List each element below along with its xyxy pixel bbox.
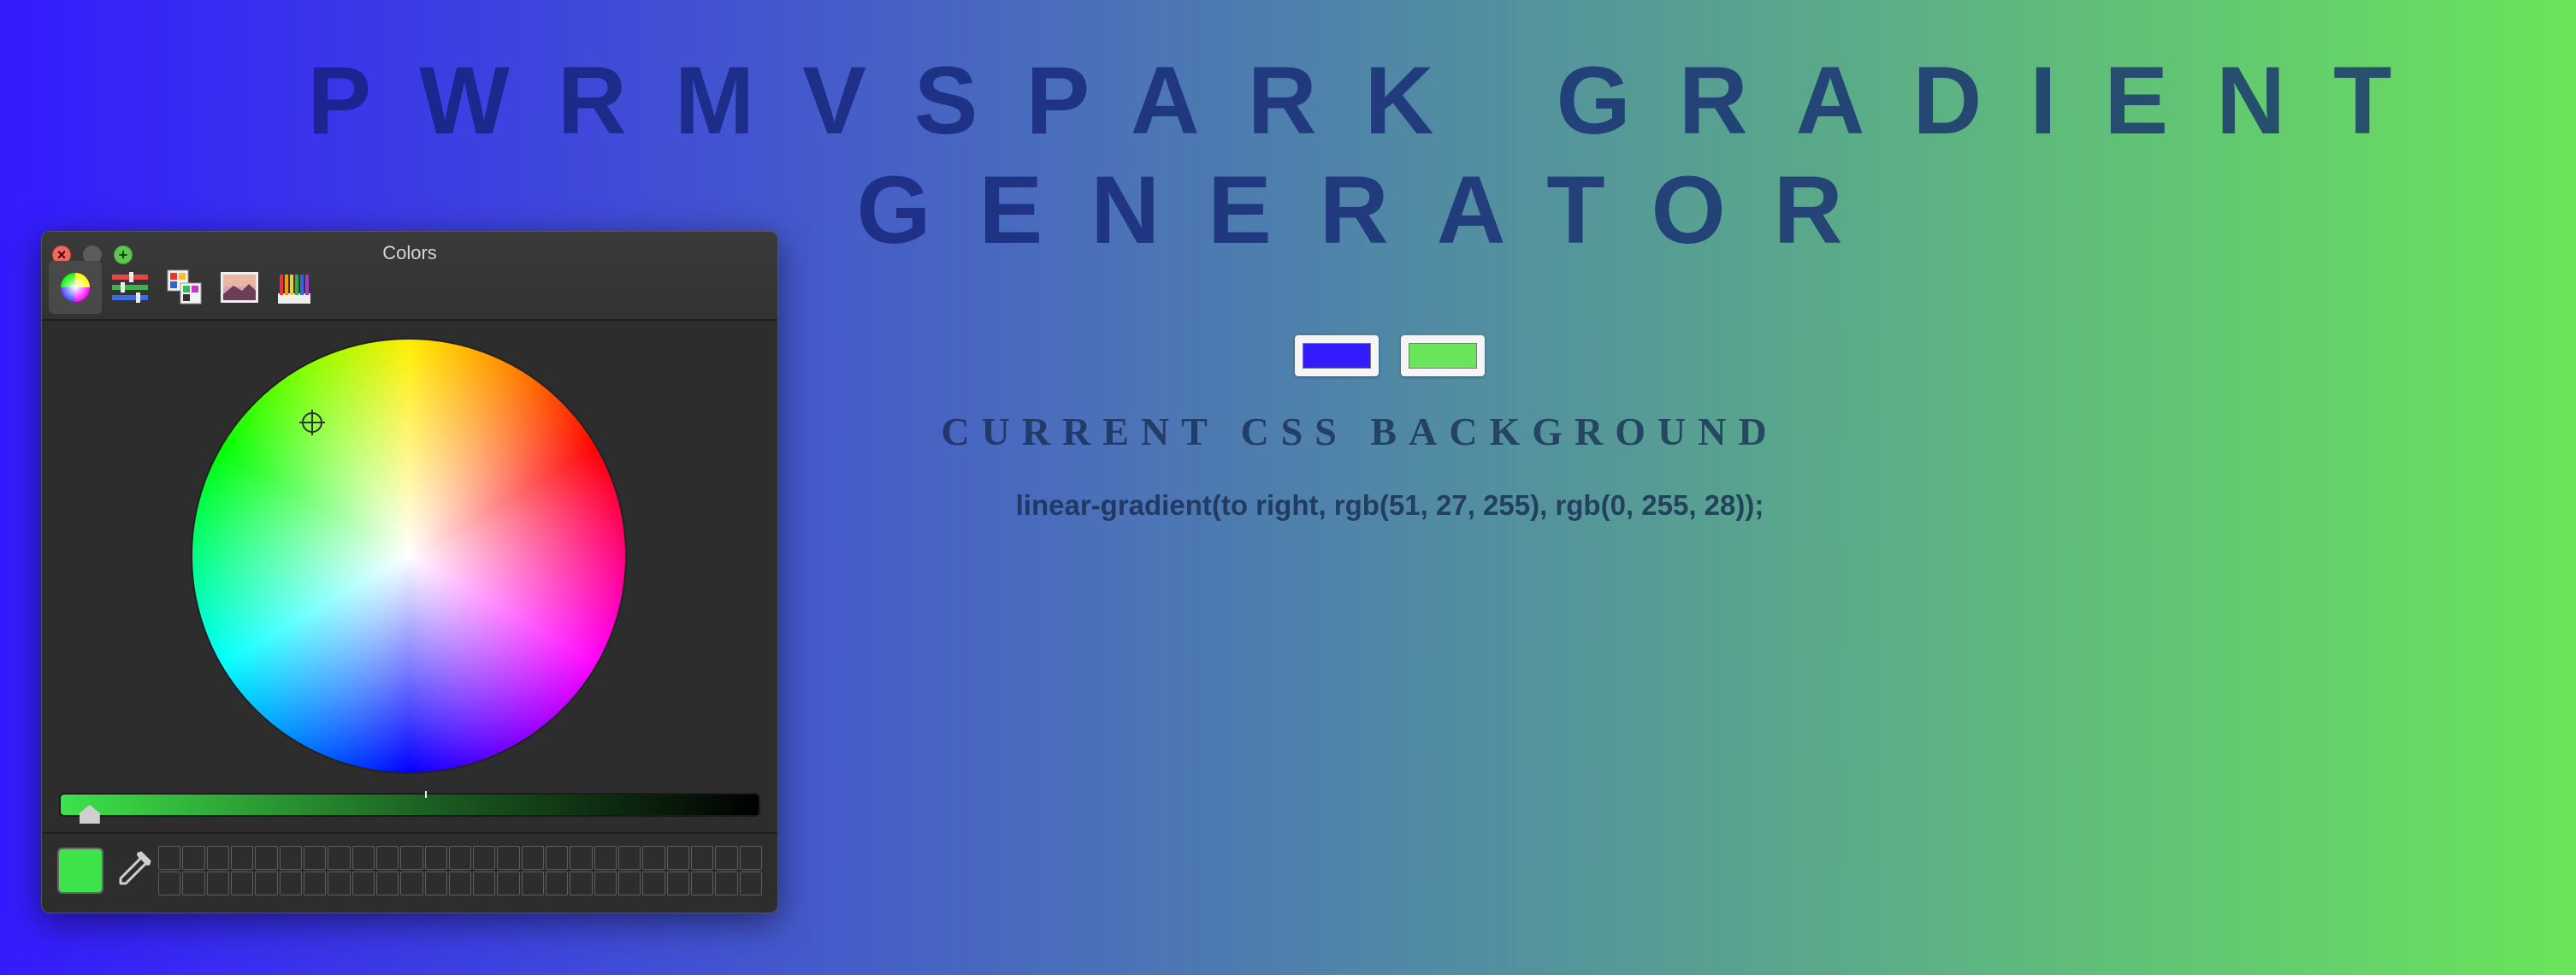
swatch-slot[interactable] [206,872,229,895]
eyedropper-icon [119,851,151,885]
swatch-slot[interactable] [521,872,545,895]
swatch-slot[interactable] [400,846,423,870]
swatch-slot[interactable] [158,846,181,870]
swatch-slot[interactable] [375,846,399,870]
swatch-slot[interactable] [424,872,447,895]
brightness-slider[interactable] [59,791,760,824]
color-wheel-icon [61,273,90,302]
pencils-icon [278,275,310,304]
tab-color-sliders[interactable] [103,261,157,314]
swatch-slot[interactable] [230,872,254,895]
swatch-slot[interactable] [206,846,229,870]
swatch-slot[interactable] [642,872,665,895]
swatch-slot[interactable] [352,846,375,870]
end-color-swatch [1409,343,1477,369]
swatch-slot[interactable] [570,872,593,895]
eyedropper-button[interactable] [114,848,155,889]
color-wheel[interactable] [189,336,629,776]
colors-panel: × + Colors [41,231,778,913]
swatch-slot[interactable] [328,846,351,870]
swatch-slot[interactable] [546,872,569,895]
swatch-slot[interactable] [448,846,472,870]
start-color-swatch [1303,343,1371,369]
swatch-slot[interactable] [594,872,617,895]
swatch-slot[interactable] [715,846,738,870]
css-background-heading: CURRENT CSS BACKGROUND [941,410,1779,453]
swatch-slot[interactable] [594,846,617,870]
tab-image-palettes[interactable] [213,261,266,314]
start-color-picker[interactable] [1295,335,1379,376]
gradient-color-pickers [1295,335,1485,376]
swatch-slot[interactable] [448,872,472,895]
swatch-slot[interactable] [546,846,569,870]
swatch-slot[interactable] [182,872,205,895]
swatch-slot[interactable] [255,872,278,895]
swatch-slot[interactable] [642,846,665,870]
swatch-slot[interactable] [352,872,375,895]
tab-color-wheel[interactable] [49,261,102,314]
swatch-tray [42,832,777,913]
swatch-slot[interactable] [182,846,205,870]
swatch-slot[interactable] [473,872,496,895]
colors-panel-titlebar[interactable]: × + Colors [42,232,777,321]
css-background-value: linear-gradient(to right, rgb(51, 27, 25… [1015,489,1764,521]
swatch-slot[interactable] [739,846,762,870]
swatch-slot[interactable] [279,872,302,895]
swatch-slot[interactable] [230,846,254,870]
swatch-slot[interactable] [497,872,520,895]
swatch-slot[interactable] [255,846,278,870]
color-sliders-icon [112,272,148,303]
swatch-slot[interactable] [618,846,641,870]
swatch-slot[interactable] [715,872,738,895]
swatch-slot[interactable] [691,872,714,895]
color-palettes-icon [167,269,202,304]
swatch-slot[interactable] [691,846,714,870]
tab-color-palettes[interactable] [158,261,211,314]
swatch-slot[interactable] [521,846,545,870]
brightness-slider-thumb[interactable] [79,805,100,824]
swatch-slot[interactable] [328,872,351,895]
swatch-slot[interactable] [473,846,496,870]
swatch-slot[interactable] [400,872,423,895]
image-palettes-icon [221,272,258,303]
slider-midpoint-tick [425,791,427,798]
swatch-slot[interactable] [666,846,690,870]
swatch-slot[interactable] [158,872,181,895]
end-color-picker[interactable] [1401,335,1485,376]
swatch-slot[interactable] [375,872,399,895]
swatch-slot[interactable] [424,846,447,870]
current-color-well[interactable] [57,848,103,894]
saved-swatch-grid [158,846,762,895]
swatch-slot[interactable] [303,846,327,870]
swatch-slot[interactable] [497,846,520,870]
swatch-slot[interactable] [739,872,762,895]
swatch-slot[interactable] [570,846,593,870]
swatch-slot[interactable] [666,872,690,895]
swatch-slot[interactable] [618,872,641,895]
swatch-slot[interactable] [279,846,302,870]
swatch-slot[interactable] [303,872,327,895]
tab-pencils[interactable] [268,261,321,314]
